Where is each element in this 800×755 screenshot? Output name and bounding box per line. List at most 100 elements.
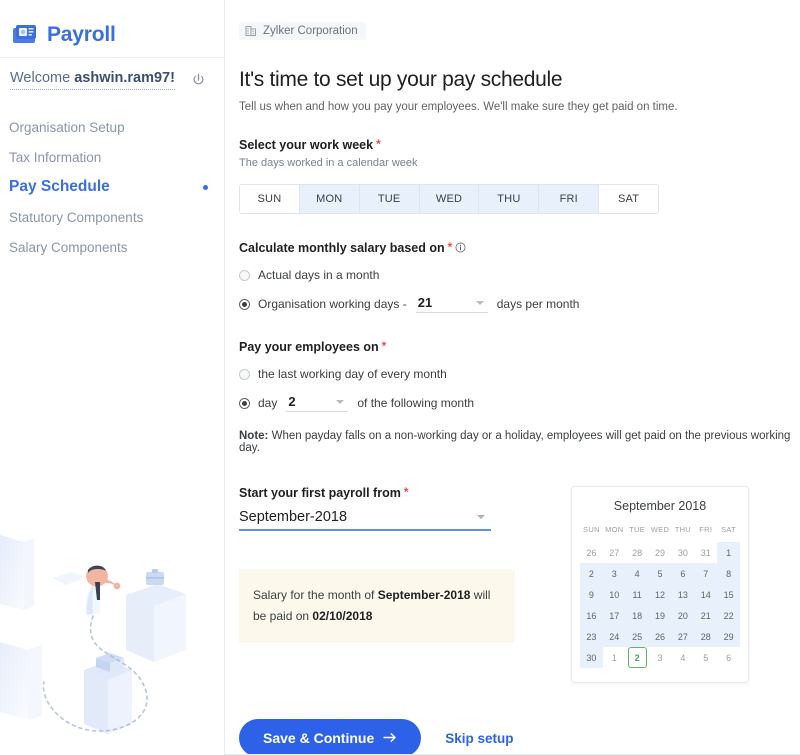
calendar-day[interactable]: 22 (717, 605, 740, 626)
welcome-prefix: Welcome (10, 70, 75, 86)
radio-day-of-following-month[interactable] (239, 397, 250, 409)
weekday-toggle-mon[interactable]: MON (299, 185, 360, 213)
calendar-day[interactable]: 2 (580, 563, 603, 584)
calendar-dow-sat: SAT (721, 525, 737, 534)
work-week-day-selector[interactable]: SUN MON TUE WED THU FRI SAT (239, 184, 659, 214)
radio-last-working-day[interactable] (239, 368, 250, 380)
salary-notice-date: 02/10/2018 (312, 609, 373, 623)
calendar-day[interactable]: 23 (580, 626, 603, 647)
pay-day-value: 2 (288, 394, 296, 409)
calendar-day[interactable]: 27 (671, 626, 695, 647)
calendar-day[interactable]: 30 (580, 647, 603, 668)
calendar-day[interactable]: 6 (717, 647, 740, 668)
option-day-suffix: of the following month (357, 396, 475, 410)
weekday-toggle-sun[interactable]: SUN (240, 185, 300, 213)
calendar-day[interactable]: 4 (671, 647, 694, 668)
calendar-widget[interactable]: September 2018 SUN MON TUE WED THU FRI S… (571, 486, 749, 683)
radio-actual-days[interactable] (239, 269, 250, 281)
org-working-days-select[interactable]: 21 (415, 295, 488, 313)
calendar-day[interactable]: 18 (625, 605, 649, 626)
save-and-continue-button[interactable]: Save & Continue (239, 719, 422, 755)
weekday-toggle-fri[interactable]: FRI (539, 185, 600, 213)
weekday-toggle-tue[interactable]: TUE (359, 185, 420, 213)
calendar-day[interactable]: 28 (626, 542, 649, 563)
option-day-of-following-month[interactable]: day 2 of the following month (239, 394, 800, 412)
sidebar-item-label: Organisation Setup (9, 119, 125, 135)
salary-notice-prefix: Salary for the month of (253, 588, 378, 602)
calendar-day[interactable]: 6 (671, 563, 695, 584)
calendar-day[interactable]: 4 (625, 563, 649, 584)
organisation-chip[interactable]: Zylker Corporation (239, 22, 366, 40)
work-week-section: Select your work week * The days worked i… (239, 138, 800, 214)
calendar-day[interactable]: 25 (625, 626, 649, 647)
sidebar-item-statutory-components[interactable]: Statutory Components (9, 202, 224, 232)
weekday-toggle-wed[interactable]: WED (419, 185, 480, 213)
required-asterisk: * (376, 137, 381, 151)
calendar-day[interactable]: 13 (671, 584, 695, 605)
org-working-days-value: 21 (417, 295, 433, 310)
calendar-day[interactable]: 21 (694, 605, 718, 626)
calendar-day[interactable]: 26 (580, 542, 603, 563)
payroll-start-month-select[interactable]: September-2018 (239, 504, 491, 531)
chevron-down-icon (477, 515, 485, 519)
calculate-salary-label-text: Calculate monthly salary based on (239, 241, 445, 255)
calendar-day[interactable]: 27 (603, 542, 626, 563)
sidebar-item-label: Statutory Components (9, 209, 144, 225)
pay-day-select[interactable]: 2 (286, 394, 349, 412)
calendar-day[interactable]: 30 (671, 542, 694, 563)
calendar-day[interactable]: 3 (649, 647, 672, 668)
brand[interactable]: Payroll (0, 0, 224, 52)
calendar-day[interactable]: 15 (717, 584, 740, 605)
brand-name: Payroll (47, 23, 116, 46)
calendar-day[interactable]: 7 (694, 563, 718, 584)
calendar-day[interactable]: 14 (694, 584, 718, 605)
calendar-day-selected[interactable]: 2 (626, 647, 649, 668)
calendar-day[interactable]: 10 (602, 584, 626, 605)
weekday-toggle-sat[interactable]: SAT (599, 185, 658, 213)
radio-organisation-working-days[interactable] (239, 298, 250, 310)
weekday-toggle-thu[interactable]: THU (479, 185, 540, 213)
calendar-day[interactable]: 5 (694, 647, 717, 668)
calendar-day[interactable]: 3 (602, 563, 626, 584)
payroll-start-month-value: September-2018 (239, 509, 348, 525)
calendar-day[interactable]: 24 (602, 626, 626, 647)
welcome-text[interactable]: Welcome ashwin.ram97! (10, 70, 175, 91)
info-icon[interactable] (455, 241, 466, 255)
save-and-continue-label: Save & Continue (263, 730, 375, 746)
calendar-day[interactable]: 20 (671, 605, 695, 626)
sidebar-item-pay-schedule[interactable]: Pay Schedule (9, 172, 224, 202)
calendar-day[interactable]: 31 (694, 542, 717, 563)
required-asterisk: * (381, 339, 387, 353)
calendar-day[interactable]: 1 (717, 542, 740, 563)
payday-note: Note: When payday falls on a non-working… (239, 430, 800, 454)
calendar-day[interactable]: 11 (625, 584, 649, 605)
calendar-title: September 2018 (613, 499, 707, 513)
calendar-day[interactable]: 12 (648, 584, 672, 605)
option-actual-days[interactable]: Actual days in a month (239, 268, 800, 282)
calendar-day[interactable]: 1 (603, 647, 626, 668)
option-organisation-working-days[interactable]: Organisation working days - 21 days per … (239, 295, 800, 313)
payroll-logo-icon (12, 23, 38, 47)
calendar-day[interactable]: 19 (648, 605, 672, 626)
building-icon (245, 25, 257, 37)
sidebar-item-salary-components[interactable]: Salary Components (9, 232, 224, 262)
option-day-prefix: day (258, 396, 278, 410)
sidebar-item-tax-information[interactable]: Tax Information (9, 142, 224, 172)
calendar-day[interactable]: 16 (580, 605, 603, 626)
page-title: It's time to set up your pay schedule (239, 68, 563, 91)
active-indicator-dot (203, 184, 208, 190)
calendar-day[interactable]: 9 (580, 584, 603, 605)
calendar-day[interactable]: 5 (648, 563, 672, 584)
calendar-day[interactable]: 26 (648, 626, 672, 647)
option-last-working-day[interactable]: the last working day of every month (239, 367, 800, 381)
calendar-day[interactable]: 29 (717, 626, 740, 647)
sidebar-item-organisation-setup[interactable]: Organisation Setup (9, 112, 224, 142)
main-content: Zylker Corporation It's time to set up y… (225, 0, 800, 755)
skip-setup-button[interactable]: Skip setup (445, 731, 513, 746)
calendar-day[interactable]: 17 (602, 605, 626, 626)
calendar-day[interactable]: 29 (649, 542, 672, 563)
calendar-day[interactable]: 8 (717, 563, 740, 584)
calendar-dow-fri: FRI (699, 525, 713, 534)
power-icon[interactable] (191, 73, 206, 88)
calendar-day[interactable]: 28 (694, 626, 718, 647)
